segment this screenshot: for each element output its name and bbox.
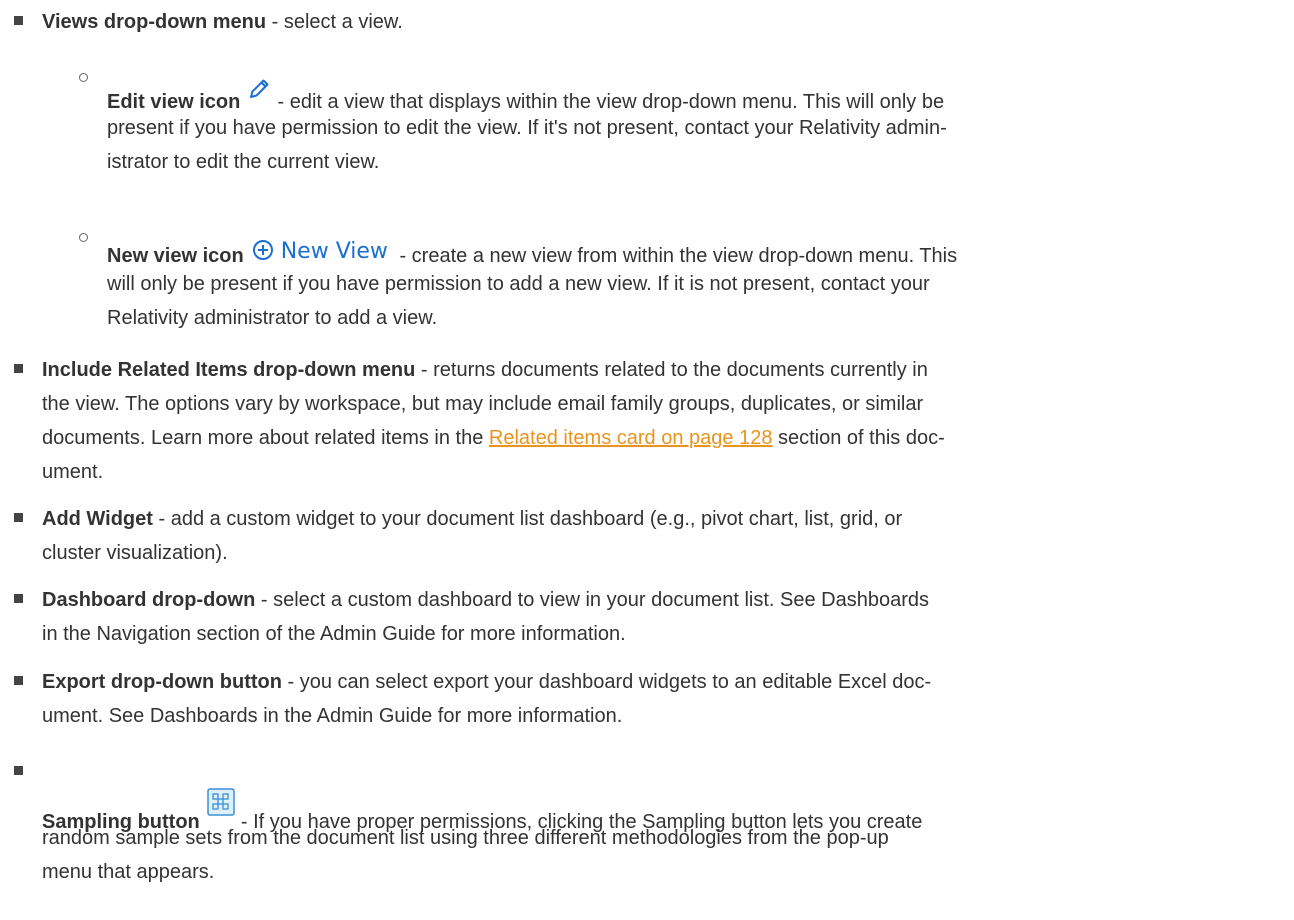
item-text: New view icon New View - create a new vi… (107, 236, 1267, 272)
sampling-icon (207, 788, 236, 826)
term-label: Views drop-down menu (42, 11, 267, 33)
related-items-link[interactable]: Related items card on page 128 (489, 427, 773, 449)
square-bullet-icon (14, 766, 23, 775)
desc-text: section of this doc- (772, 427, 945, 449)
square-bullet-icon (14, 594, 23, 603)
square-bullet-icon (14, 513, 23, 522)
desc-text: documents. Learn more about related item… (42, 427, 489, 449)
desc-line: documents. Learn more about related item… (42, 422, 1267, 454)
term-label: Add Widget (42, 508, 153, 530)
term-label: Dashboard drop-down (42, 589, 256, 611)
item-text: Add Widget - add a custom widget to your… (42, 503, 1267, 535)
term-label: Edit view icon (107, 91, 241, 113)
desc-text: - edit a view that displays within the v… (271, 91, 945, 113)
desc-line: istrator to edit the current view. (107, 151, 380, 173)
desc-line: cluster visualization). (42, 542, 228, 564)
circle-bullet-icon (79, 233, 88, 242)
desc-line: the view. The options vary by workspace,… (42, 393, 924, 415)
term-label: New view icon (107, 245, 244, 267)
square-bullet-icon (14, 16, 23, 25)
item-text: Views drop-down menu - select a view. (42, 6, 1267, 38)
desc-text: - returns documents related to the docum… (415, 359, 928, 381)
plus-circle-icon: New View (252, 239, 388, 264)
item-text: Export drop-down button - you can select… (42, 666, 1267, 698)
term-label: Export drop-down button (42, 671, 282, 693)
item-text: Include Related Items drop-down menu - r… (42, 354, 1267, 386)
desc-line: ument. (42, 461, 104, 483)
desc-text: - you can select export your dashboard w… (281, 671, 932, 693)
desc-line: in the Navigation section of the Admin G… (42, 623, 626, 645)
desc-line: ument. See Dashboards in the Admin Guide… (42, 705, 623, 727)
item-text: Dashboard drop-down - select a custom da… (42, 584, 1267, 616)
desc-text: - add a custom widget to your document l… (152, 508, 903, 530)
desc-text: - create a new view from within the view… (393, 245, 958, 267)
desc-line: will only be present if you have permiss… (107, 273, 930, 295)
desc-line: random sample sets from the document lis… (42, 827, 889, 849)
desc-line: present if you have permission to edit t… (107, 117, 947, 139)
desc-line: Relativity administrator to add a view. (107, 307, 438, 329)
new-view-label: New View (280, 239, 388, 264)
circle-bullet-icon (79, 73, 88, 82)
square-bullet-icon (14, 676, 23, 685)
term-label: Include Related Items drop-down menu (42, 359, 416, 381)
square-bullet-icon (14, 364, 23, 373)
pencil-icon (248, 78, 270, 110)
desc-text: - select a custom dashboard to view in y… (255, 589, 929, 611)
desc-text: - select a view. (266, 11, 403, 33)
desc-line: menu that appears. (42, 861, 215, 883)
